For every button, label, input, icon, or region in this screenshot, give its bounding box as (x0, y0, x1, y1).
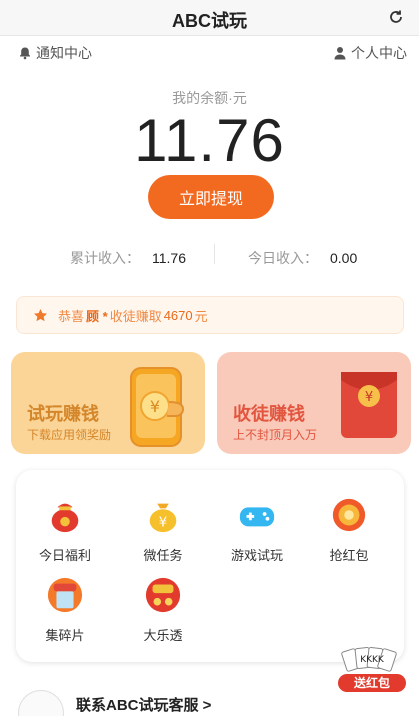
today-income-value: 0.00 (330, 250, 358, 266)
red-envelope-icon: ¥ (341, 372, 397, 438)
notice-name: 顾 * (86, 308, 108, 324)
refresh-icon[interactable] (387, 8, 405, 26)
try-play-card[interactable]: ¥ 试玩赚钱 下载应用领奖励 (11, 352, 205, 454)
feature-micro-task-label: 微任务 (143, 548, 183, 563)
title-bar: ABC试玩 (0, 0, 419, 36)
phone-gift-icon (47, 577, 83, 613)
bell-icon (20, 47, 30, 60)
today-income-label: 今日收入： (248, 250, 318, 266)
send-redpacket-label: 送红包 (353, 675, 390, 690)
profile-center-label: 个人中心 (351, 45, 407, 61)
profile-center-link[interactable]: 个人中心 (333, 43, 407, 63)
feature-game-trial-label: 游戏试玩 (230, 548, 283, 563)
balance-label: 我的余额·元 (172, 90, 247, 106)
service-avatar (18, 690, 64, 716)
today-income: 今日收入： 0.00 (248, 248, 357, 268)
user-icon (334, 47, 346, 60)
try-play-subtitle: 下载应用领奖励 (27, 428, 112, 442)
notification-center-label: 通知中心 (36, 45, 92, 61)
app-title: ABC试玩 (172, 11, 247, 31)
star-icon (34, 308, 47, 321)
congrats-notice: 恭喜 顾 * 收徒赚取 4670 元 (16, 296, 404, 334)
feature-daily-welfare[interactable]: 今日福利 (20, 496, 110, 564)
income-divider (214, 244, 215, 264)
total-income-value: 11.76 (152, 250, 186, 266)
notice-amount: 4670 (163, 307, 193, 323)
balance-value: 11.76 (134, 107, 285, 174)
apprentice-title: 收徒赚钱 (233, 404, 305, 424)
apprentice-card[interactable]: ¥ 收徒赚钱 上不封顶月入万 (217, 352, 411, 454)
send-redpacket-fab[interactable]: KKKK 送红包 (334, 646, 410, 696)
feature-grab-redpacket-label: 抢红包 (329, 548, 369, 563)
total-income-label: 累计收入： (70, 250, 140, 266)
notice-prefix: 恭喜 (58, 308, 85, 324)
feature-lottery-label: 大乐透 (143, 628, 183, 643)
withdraw-button[interactable]: 立即提现 (148, 175, 274, 219)
svg-text:¥: ¥ (365, 390, 373, 405)
feature-grid: 今日福利 ¥ 微任务 游戏试玩 抢红包 集碎片 大乐透 (16, 470, 404, 662)
apprentice-subtitle: 上不封顶月入万 (233, 428, 318, 442)
total-income: 累计收入： 11.76 (70, 248, 186, 268)
feature-collect-fragments-label: 集碎片 (45, 628, 85, 643)
notice-suffix: 元 (194, 308, 208, 324)
top-nav: 通知中心 个人中心 (0, 38, 419, 66)
notice-middle: 收徒赚取 (109, 308, 162, 324)
feature-collect-fragments[interactable]: 集碎片 (20, 576, 110, 644)
gamepad-icon (239, 507, 275, 527)
feature-grab-redpacket[interactable]: 抢红包 (304, 496, 394, 564)
income-summary: 累计收入： 11.76 今日收入： 0.00 (0, 240, 419, 272)
money-bag-icon: ¥ (149, 503, 177, 533)
notification-center-link[interactable]: 通知中心 (18, 43, 92, 63)
coin-icon (332, 498, 366, 532)
customer-service-row[interactable]: 联系ABC试玩客服 > (16, 690, 404, 716)
feature-daily-welfare-label: 今日福利 (38, 548, 91, 563)
feature-lottery[interactable]: 大乐透 (118, 576, 208, 644)
lottery-icon (145, 577, 181, 613)
feature-game-trial[interactable]: 游戏试玩 (212, 496, 302, 564)
cards-text: KKKK (360, 655, 385, 665)
feature-micro-task[interactable]: ¥ 微任务 (118, 496, 208, 564)
service-label: 联系ABC试玩客服 > (76, 697, 212, 714)
svg-text:¥: ¥ (150, 397, 160, 416)
svg-text:¥: ¥ (159, 515, 167, 530)
try-play-title: 试玩赚钱 (27, 404, 99, 424)
phone-coin-icon: ¥ (130, 367, 185, 447)
lucky-bag-icon (51, 503, 79, 533)
